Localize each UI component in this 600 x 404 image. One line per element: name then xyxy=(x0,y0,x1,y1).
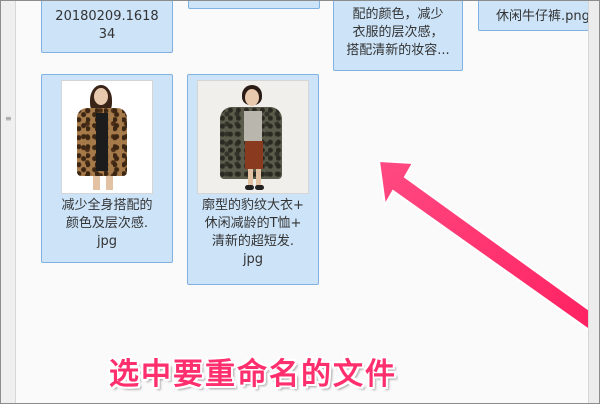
window-right-edge xyxy=(588,1,599,403)
explorer-window: ≡ 20180209.1618 34 jpg 配的颜色，减少 衣服的层次感， 搭… xyxy=(0,0,600,404)
instruction-caption: 选中要重命名的文件 xyxy=(109,357,397,392)
annotation-arrow-icon xyxy=(377,159,599,339)
